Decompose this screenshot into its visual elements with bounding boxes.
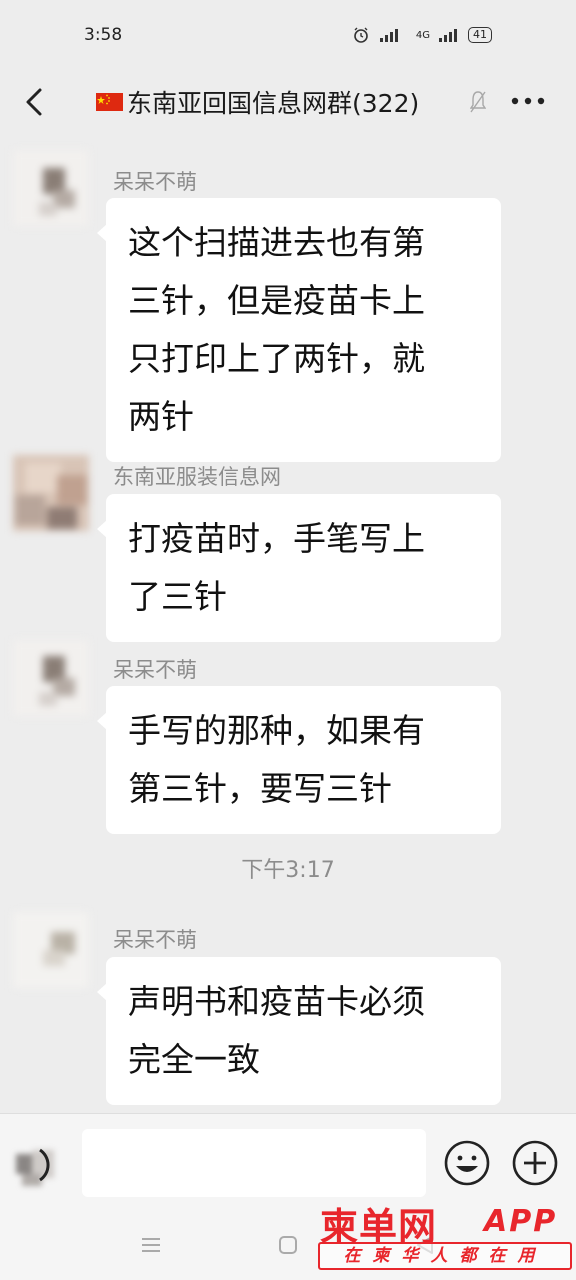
message-line: 了三针 [128, 577, 227, 616]
watermark-slogan: 在柬华人都在用 [318, 1242, 572, 1270]
chat-header: 东南亚回国信息网群(322) [0, 70, 576, 136]
status-icons: 4G 41 [352, 26, 492, 44]
watermark-logo: 柬单网 APP 在柬华人都在用 [316, 1196, 572, 1276]
message-input[interactable] [82, 1129, 426, 1197]
sender-name: 呆呆不萌 [113, 170, 197, 194]
message-line: 第三针，要写三针 [128, 769, 392, 808]
status-time: 3:58 [84, 25, 123, 45]
message-line: 这个扫描进去也有第 [128, 223, 425, 262]
more-icon[interactable] [510, 96, 546, 106]
message-bubble[interactable]: 手写的那种，如果有 第三针，要写三针 [97, 686, 501, 834]
chat-title-text: 东南亚回国信息网群(322) [127, 89, 420, 118]
status-bar: 3:58 4G 41 [0, 0, 576, 70]
signal-icon [379, 29, 398, 42]
time-divider: 下午3:17 [241, 858, 335, 883]
back-icon[interactable] [22, 84, 46, 120]
china-flag-icon [96, 93, 123, 111]
plus-icon[interactable] [510, 1138, 560, 1188]
battery-indicator: 41 [468, 27, 492, 43]
avatar[interactable] [13, 150, 89, 226]
sender-name: 呆呆不萌 [113, 928, 197, 952]
avatar[interactable] [13, 640, 89, 716]
message-bubble[interactable]: 声明书和疫苗卡必须 完全一致 [97, 957, 501, 1105]
message-bubble[interactable]: 这个扫描进去也有第 三针，但是疫苗卡上 只打印上了两针，就 两针 [97, 198, 501, 462]
alarm-icon [354, 27, 368, 43]
mute-icon [470, 91, 486, 113]
network-type: 4G [415, 29, 430, 41]
message-line: 完全一致 [128, 1040, 260, 1079]
avatar[interactable] [13, 912, 89, 988]
signal-icon-2 [439, 29, 457, 42]
watermark-app: APP [484, 1204, 558, 1239]
message-line: 三针，但是疫苗卡上 [128, 281, 425, 320]
message-bubble[interactable]: 打疫苗时，手笔写上 了三针 [97, 494, 501, 642]
chat-title: 东南亚回国信息网群(322) [96, 84, 419, 120]
message-line: 手写的那种，如果有 [128, 711, 425, 750]
menu-icon[interactable] [140, 1236, 162, 1254]
message-line: 声明书和疫苗卡必须 [128, 982, 425, 1021]
avatar[interactable] [13, 455, 89, 531]
sender-name: 东南亚服装信息网 [113, 465, 281, 489]
emoji-icon[interactable] [442, 1138, 492, 1188]
message-line: 只打印上了两针，就 [128, 339, 425, 378]
voice-icon[interactable] [10, 1140, 66, 1190]
message-line: 打疫苗时，手笔写上 [128, 519, 425, 558]
sender-name: 呆呆不萌 [113, 658, 197, 682]
home-icon[interactable] [278, 1235, 298, 1255]
message-line: 两针 [128, 397, 194, 436]
